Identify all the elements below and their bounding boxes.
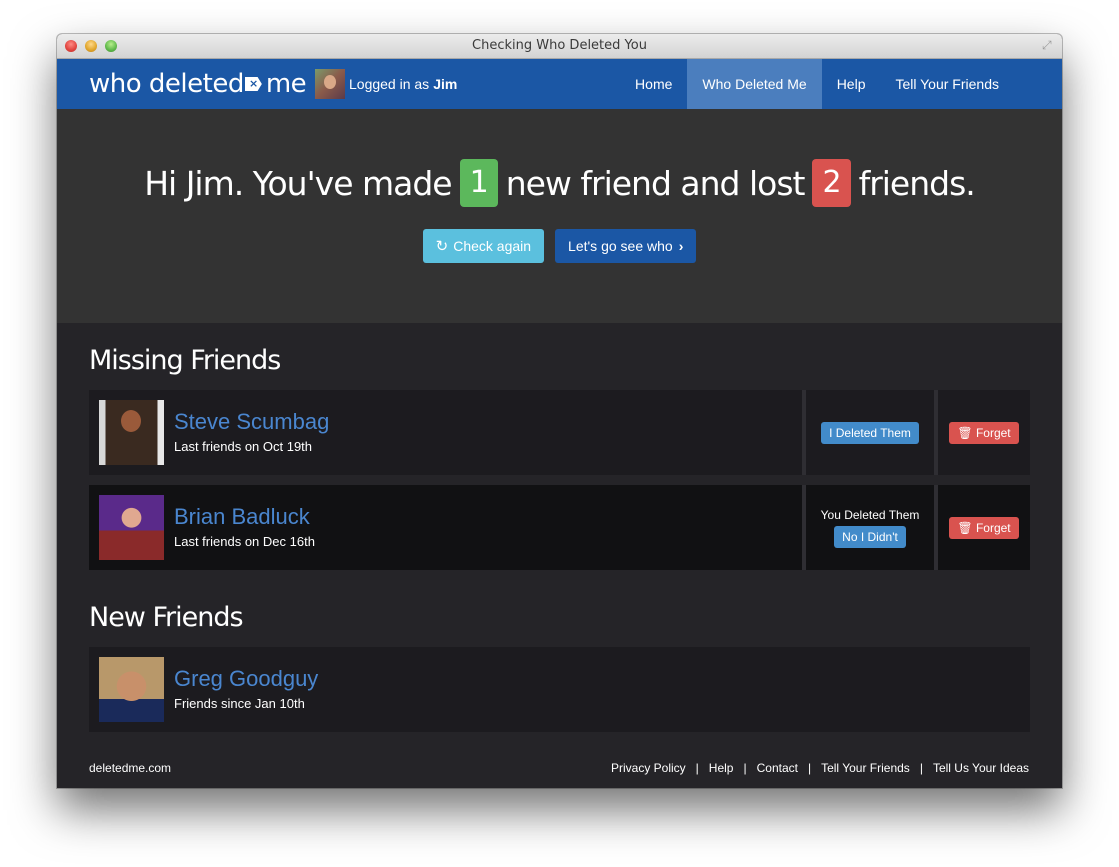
content: Missing Friends Steve Scumbag Last frien… — [57, 323, 1062, 732]
friend-avatar[interactable] — [99, 495, 164, 560]
footer-divider: | — [919, 761, 923, 775]
title-bar: Checking Who Deleted You ⤢ — [57, 34, 1062, 59]
footer-help[interactable]: Help — [709, 761, 734, 775]
friend-avatar[interactable] — [99, 400, 164, 465]
hero-summary: Hi Jim. You've made 1 new friend and los… — [57, 109, 1062, 323]
you-deleted-them-label: You Deleted Them — [820, 507, 920, 522]
footer-divider: | — [743, 761, 747, 775]
footer-tell-us-your-ideas[interactable]: Tell Us Your Ideas — [933, 761, 1029, 775]
logo-text-1: who deleted — [89, 69, 244, 99]
logo[interactable]: who deleted × me — [89, 69, 307, 99]
friend-last-seen: Last friends on Dec 16th — [174, 534, 315, 549]
i-deleted-them-button[interactable]: I Deleted Them — [821, 421, 919, 444]
refresh-icon: ↻ — [435, 238, 449, 255]
delete-tag-icon: × — [244, 77, 262, 91]
logged-in-label: Logged in as — [349, 76, 430, 92]
user-name: Jim — [433, 76, 458, 92]
friend-name-link[interactable]: Brian Badluck — [174, 504, 315, 530]
see-who-label: Let's go see who — [568, 238, 673, 254]
friend-name-link[interactable]: Greg Goodguy — [174, 666, 318, 692]
footer-tell-your-friends[interactable]: Tell Your Friends — [821, 761, 910, 775]
forget-label: Forget — [975, 520, 1011, 535]
summary-headline: Hi Jim. You've made 1 new friend and los… — [57, 159, 1062, 207]
footer-divider: | — [695, 761, 699, 775]
footer-divider: | — [807, 761, 812, 775]
browser-window: Checking Who Deleted You ⤢ who deleted ×… — [57, 34, 1062, 788]
no-i-didnt-button[interactable]: No I Didn't — [834, 525, 906, 548]
trash-icon: 🗑 — [957, 520, 973, 535]
user-info: Logged in as Jim — [315, 69, 457, 99]
nav-who-deleted-me[interactable]: Who Deleted Me — [687, 59, 822, 109]
user-avatar — [315, 69, 345, 99]
nav-home[interactable]: Home — [620, 59, 687, 109]
main-nav: Home Who Deleted Me Help Tell Your Frien… — [620, 59, 1014, 109]
forget-label: Forget — [975, 425, 1011, 440]
friend-name-link[interactable]: Steve Scumbag — [174, 409, 329, 435]
friend-avatar[interactable] — [99, 657, 164, 722]
forget-button[interactable]: 🗑 Forget — [949, 421, 1019, 444]
trash-icon: 🗑 — [957, 425, 973, 440]
footer: deletedme.com Privacy Policy | Help | Co… — [89, 761, 1029, 775]
lost-friends-count-badge: 2 — [812, 159, 851, 207]
headline-text-1: Hi Jim. You've made — [144, 163, 452, 203]
footer-contact[interactable]: Contact — [757, 761, 798, 775]
chevron-right-icon: › — [678, 238, 684, 254]
see-who-button[interactable]: Let's go see who › — [555, 229, 697, 263]
headline-text-3: friends. — [858, 163, 976, 203]
nav-tell-your-friends[interactable]: Tell Your Friends — [880, 59, 1014, 109]
navbar: who deleted × me Logged in as Jim Home W… — [57, 59, 1062, 109]
check-again-label: Check again — [453, 238, 532, 254]
friends-since: Friends since Jan 10th — [174, 696, 305, 711]
headline-text-2: new friend and lost — [505, 163, 806, 203]
logo-text-2: me — [265, 69, 307, 99]
check-again-button[interactable]: ↻ Check again — [422, 229, 545, 263]
new-friend-row: Greg Goodguy Friends since Jan 10th — [89, 647, 1030, 732]
missing-friends-heading: Missing Friends — [89, 345, 281, 376]
new-friends-count-badge: 1 — [459, 159, 498, 207]
nav-help[interactable]: Help — [822, 59, 881, 109]
missing-friend-row: Steve Scumbag Last friends on Oct 19th I… — [89, 390, 1030, 475]
footer-site[interactable]: deletedme.com — [89, 761, 171, 775]
new-friends-heading: New Friends — [89, 602, 244, 633]
fullscreen-icon[interactable]: ⤢ — [1042, 38, 1056, 52]
friend-last-seen: Last friends on Oct 19th — [174, 439, 313, 454]
footer-privacy-policy[interactable]: Privacy Policy — [611, 761, 686, 775]
forget-button[interactable]: 🗑 Forget — [949, 516, 1019, 539]
missing-friend-row: Brian Badluck Last friends on Dec 16th Y… — [89, 485, 1030, 570]
window-title: Checking Who Deleted You — [472, 38, 647, 53]
